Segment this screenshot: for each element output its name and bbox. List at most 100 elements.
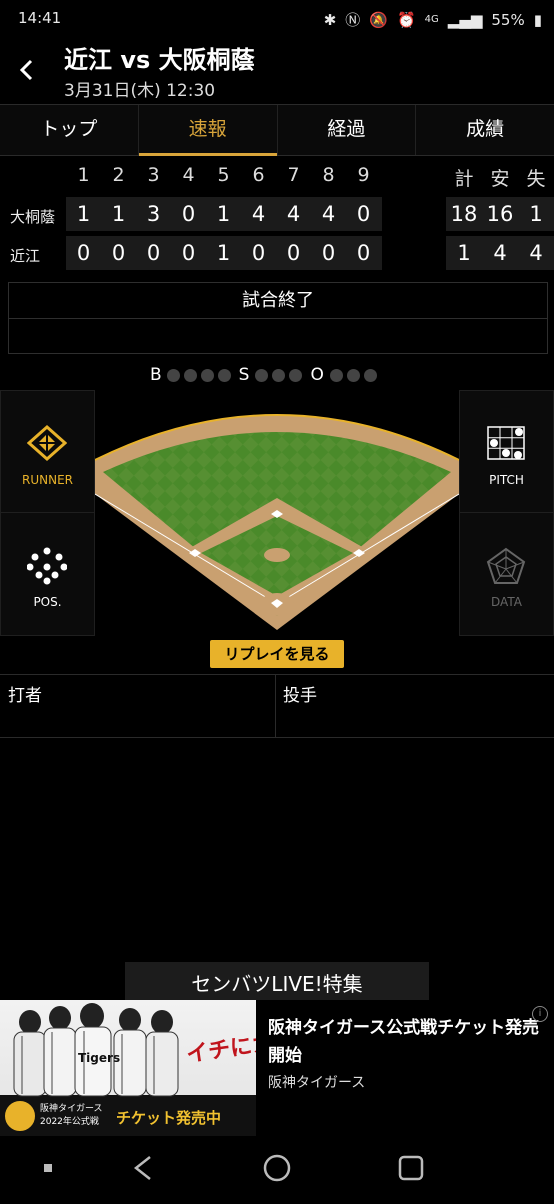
out-dot [363,368,377,382]
strike-dot [272,368,286,382]
mute-icon: 🔕 [369,10,388,29]
batter-pitcher-panel: 打者 投手 [0,674,554,738]
ball-count: B S O [150,364,379,386]
nfc-icon: Ⓝ [345,11,361,29]
team-top-scores: 1 1 3 0 1 4 4 4 0 [66,197,382,231]
out-dot [346,368,360,382]
total-errors: 1 [529,202,543,226]
tab-progress[interactable]: 経過 [278,105,417,155]
tigers-players-image: Tigers イチにカケル! 阪神タイガース 2022年公式戦 チケット発売中 [3,1003,256,1133]
ball-dot [217,368,231,382]
runner-label: RUNNER [22,473,73,487]
status-bar: 14:41 ✱ Ⓝ 🔕 ⏰ 4G ▂▄▆ 55% ▮ [0,0,554,38]
ad-sponsor: 阪神タイガース [268,1075,366,1091]
inning-header: 6 [252,164,265,186]
battery-text: 55% [491,10,525,29]
system-nav-bar [0,1136,554,1200]
inning-score: 0 [181,202,196,226]
pitch-grid-icon [487,426,525,460]
ad-info-icon[interactable]: i [532,1006,548,1022]
inning-header: 2 [112,164,125,186]
team-name-bottom: 近江 [10,247,41,265]
total-hits: 4 [493,241,507,265]
inning-score: 3 [146,202,161,226]
overview-icon[interactable] [398,1155,424,1181]
senbatsu-live-button[interactable]: センバツLIVE!特集 [125,962,429,1002]
total-runs: 1 [457,241,471,265]
status-time: 14:41 [18,9,62,27]
game-datetime: 3月31日(木) 12:30 [64,81,216,101]
strike-label: S [238,365,250,385]
pitcher-label: 投手 [283,686,317,706]
ad-image[interactable]: Tigers イチにカケル! 阪神タイガース 2022年公式戦 チケット発売中 [0,1000,256,1136]
inning-score: 4 [286,202,301,226]
data-label: DATA [491,595,522,609]
bluetooth-icon: ✱ [323,10,337,29]
ad-title[interactable]: 阪神タイガース公式戦チケット発売開始 [268,1014,540,1070]
inning-score: 0 [76,241,91,265]
team-name-top: 大桐蔭 [10,208,56,226]
ad-banner-cta: チケット発売中 [116,1109,221,1127]
home-icon[interactable] [263,1154,291,1182]
inning-header: 8 [322,164,335,186]
total-header-errors: 失 [526,168,546,190]
inning-score: 1 [216,241,231,265]
svg-text:Tigers: Tigers [78,1051,120,1065]
inning-score: 0 [286,241,301,265]
batter-label: 打者 [0,675,276,737]
ball-label: B [150,365,162,385]
pitch-label: PITCH [489,473,524,487]
inning-score: 0 [356,241,371,265]
runner-diamond-icon [27,425,67,461]
baseball-field [95,390,459,634]
pitch-button[interactable]: PITCH [459,390,554,514]
inning-score: 0 [321,241,336,265]
ad-banner-line1: 阪神タイガース [40,1102,103,1114]
inning-score: 0 [146,241,161,265]
inning-score: 0 [356,202,371,226]
ball-dot [200,368,214,382]
inning-score: 1 [216,202,231,226]
inning-score: 4 [321,202,336,226]
total-runs: 18 [450,202,478,226]
runner-button[interactable]: RUNNER [0,390,95,514]
team-bottom-totals: 1 4 4 [446,236,554,270]
inning-score: 0 [251,241,266,265]
inning-header: 1 [77,164,90,186]
ball-dot [183,368,197,382]
total-header-runs: 計 [454,168,474,190]
recent-apps-dot-icon[interactable] [44,1164,52,1172]
inning-score: 0 [181,241,196,265]
game-status: 試合終了 [9,283,547,319]
header: 近江 vs 大阪桐蔭 3月31日(木) 12:30 [0,38,554,104]
nav-back-icon[interactable] [133,1156,151,1180]
page-title: 近江 vs 大阪桐蔭 [64,46,255,74]
ad-slogan: イチにカケル! [185,1023,256,1068]
inning-header: 3 [147,164,160,186]
inning-header: 5 [217,164,230,186]
data-button[interactable]: DATA [459,512,554,636]
inning-score: 0 [111,241,126,265]
battery-icon: ▮ [533,10,542,29]
tab-top[interactable]: トップ [0,105,139,155]
radar-chart-icon [486,547,526,584]
inning-score: 1 [111,202,126,226]
inning-score: 4 [251,202,266,226]
strike-dot [289,368,303,382]
status-icons: ✱ Ⓝ 🔕 ⏰ 4G ▂▄▆ 55% ▮ [324,9,542,30]
inning-header: 4 [182,164,195,186]
replay-button[interactable]: リプレイを見る [210,640,344,668]
pos-button[interactable]: POS. [0,512,95,636]
inning-header: 9 [357,164,370,186]
team-bottom-scores: 0 0 0 0 1 0 0 0 0 [66,236,382,270]
tab-stats[interactable]: 成績 [416,105,554,155]
inning-score: 1 [76,202,91,226]
total-hits: 16 [486,202,514,226]
ad-banner-line2: 2022年公式戦 [40,1115,99,1127]
ad-banner[interactable]: Tigers イチにカケル! 阪神タイガース 2022年公式戦 チケット発売中 … [0,1000,554,1136]
inning-header: 7 [287,164,300,186]
alarm-icon: ⏰ [396,10,416,29]
back-arrow-icon[interactable] [14,56,40,84]
tab-live[interactable]: 速報 [138,105,278,156]
tab-bar: トップ 速報 経過 成績 [0,104,554,156]
